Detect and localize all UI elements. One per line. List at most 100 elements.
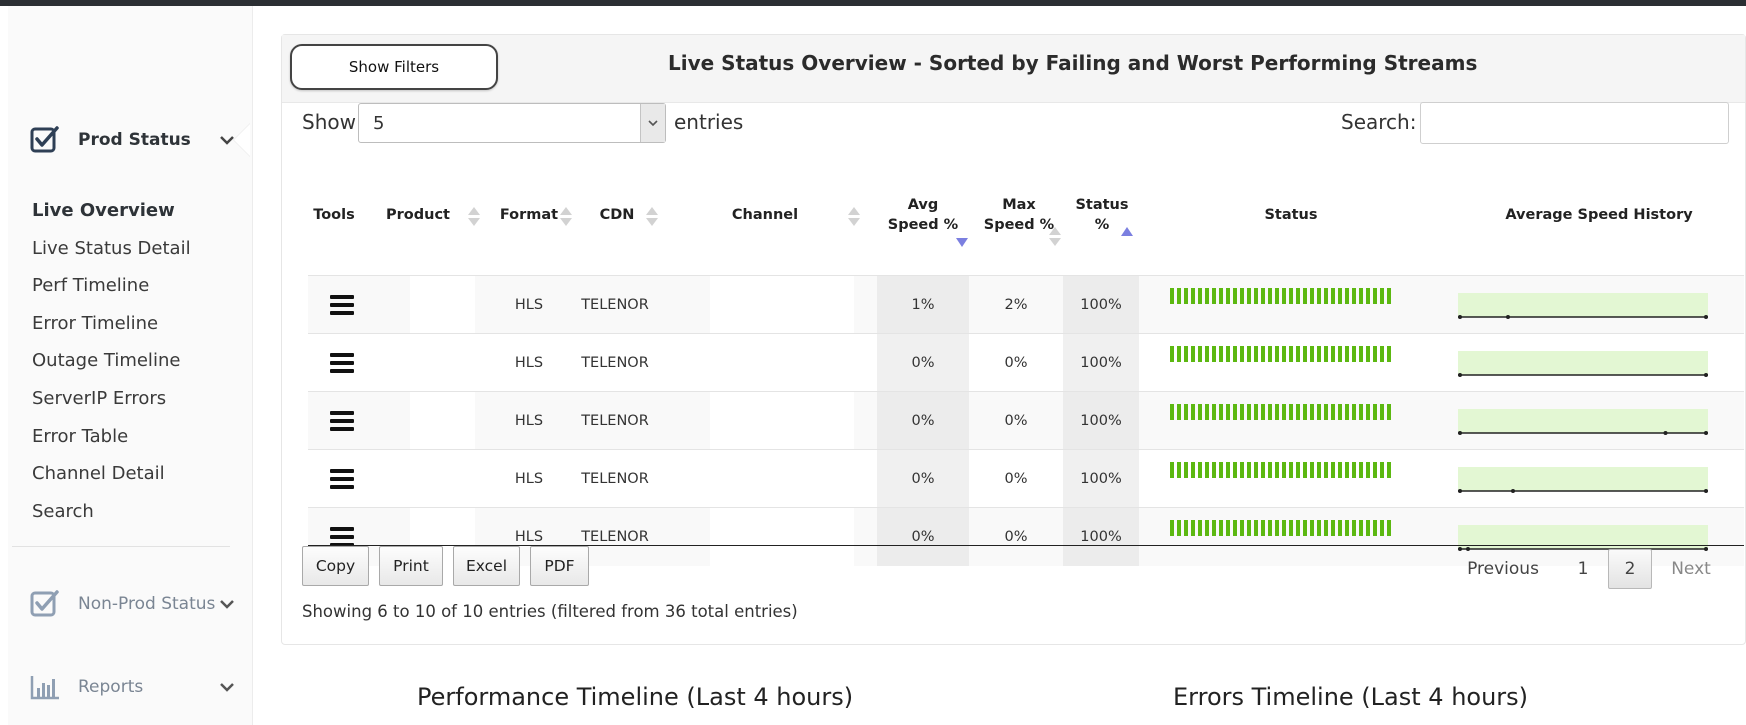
status-segment: [1253, 288, 1259, 304]
sort-icon[interactable]: [1049, 227, 1061, 246]
status-segment: [1239, 404, 1245, 420]
col-cdn-label: CDN: [599, 207, 635, 223]
status-segment: [1344, 288, 1349, 304]
col-product[interactable]: Product: [378, 155, 458, 275]
sidebar-item-live-overview[interactable]: Live Overview: [32, 192, 191, 230]
status-segment: [1170, 520, 1175, 536]
status-segment: [1204, 520, 1210, 536]
col-avg-speed[interactable]: Avg Speed %: [877, 155, 969, 275]
menu-icon[interactable]: [330, 527, 354, 547]
status-segment: [1225, 462, 1231, 478]
search-input[interactable]: [1420, 102, 1729, 144]
excel-button[interactable]: Excel: [453, 546, 520, 586]
status-segment: [1190, 404, 1196, 420]
format-cell: HLS: [514, 297, 544, 313]
status-segment: [1211, 288, 1217, 304]
pagination-previous[interactable]: Previous: [1462, 549, 1544, 589]
status-segment: [1295, 404, 1301, 420]
sidebar-item-perf-timeline[interactable]: Perf Timeline: [32, 267, 191, 305]
pagination-page-1[interactable]: 1: [1572, 549, 1594, 589]
status-segment: [1274, 462, 1280, 478]
prod-status-header[interactable]: Prod Status: [30, 126, 234, 154]
menu-icon[interactable]: [330, 411, 354, 431]
status-segment: [1246, 462, 1252, 478]
status-segment: [1302, 346, 1308, 362]
performance-timeline-title: Performance Timeline (Last 4 hours): [417, 683, 854, 711]
col-max-speed[interactable]: Max Speed %: [973, 155, 1065, 275]
product-cell: [410, 334, 475, 392]
status-segment: [1197, 462, 1203, 478]
non-prod-status-header[interactable]: Non-Prod Status: [30, 590, 234, 618]
pdf-button[interactable]: PDF: [530, 546, 589, 586]
status-segment: [1344, 462, 1349, 478]
pagination-page-2[interactable]: 2: [1608, 549, 1652, 589]
sidebar-item-serverip-errors[interactable]: ServerIP Errors: [32, 380, 191, 418]
status-segment: [1232, 288, 1238, 304]
max-speed-cell: 0%: [1004, 413, 1028, 429]
col-avg-speed-label-1: Avg: [907, 197, 939, 213]
status-segment: [1365, 462, 1370, 478]
sidebar-pointer: [234, 124, 250, 156]
chevron-down-icon[interactable]: [640, 104, 665, 142]
status-segment: [1316, 462, 1322, 478]
sort-icon[interactable]: [560, 207, 572, 226]
col-status-pct[interactable]: Status %: [1065, 155, 1139, 275]
sidebar-item-live-status-detail[interactable]: Live Status Detail: [32, 230, 191, 268]
chevron-down-icon[interactable]: [216, 593, 238, 615]
cdn-cell: TELENOR: [581, 355, 649, 371]
sidebar-item-error-timeline[interactable]: Error Timeline: [32, 305, 191, 343]
status-segment: [1197, 346, 1203, 362]
status-segment: [1232, 404, 1238, 420]
top-bar: [0, 0, 1746, 6]
sidebar-item-channel-detail[interactable]: Channel Detail: [32, 455, 191, 493]
copy-button[interactable]: Copy: [302, 546, 369, 586]
status-segment: [1170, 346, 1175, 362]
chevron-down-icon[interactable]: [216, 676, 238, 698]
status-segment: [1330, 288, 1336, 304]
status-segment: [1211, 520, 1217, 536]
pagination-next[interactable]: Next: [1666, 549, 1716, 589]
status-segment: [1218, 462, 1224, 478]
status-segment: [1190, 346, 1196, 362]
status-segment: [1232, 346, 1238, 362]
sidebar-item-search[interactable]: Search: [32, 493, 191, 531]
sort-icon[interactable]: [848, 207, 860, 226]
status-pct-cell: 100%: [1063, 392, 1139, 450]
format-cell: HLS: [514, 471, 544, 487]
status-segment: [1274, 288, 1280, 304]
sort-asc-icon[interactable]: [1121, 227, 1133, 236]
col-status-pct-label-2: %: [1094, 217, 1110, 233]
sidebar-item-error-table[interactable]: Error Table: [32, 418, 191, 456]
status-segment: [1274, 404, 1280, 420]
menu-icon[interactable]: [330, 469, 354, 489]
col-cdn[interactable]: CDN: [586, 155, 648, 275]
col-channel[interactable]: Channel: [690, 155, 840, 275]
cdn-cell: TELENOR: [581, 297, 649, 313]
non-prod-status-label: Non-Prod Status: [78, 594, 216, 614]
status-segment: [1183, 462, 1189, 478]
sort-desc-icon[interactable]: [956, 238, 968, 247]
entries-per-page-select[interactable]: 5: [358, 103, 666, 143]
reports-header[interactable]: Reports: [30, 673, 234, 701]
max-speed-cell: 0%: [1004, 471, 1028, 487]
max-speed-cell: 0%: [1004, 355, 1028, 371]
status-bar-cell: [1158, 276, 1424, 334]
sidebar-item-outage-timeline[interactable]: Outage Timeline: [32, 342, 191, 380]
menu-icon[interactable]: [330, 353, 354, 373]
status-segment: [1288, 462, 1294, 478]
sort-icon[interactable]: [646, 207, 658, 226]
status-segment: [1170, 462, 1175, 478]
col-format[interactable]: Format: [494, 155, 564, 275]
sort-icon[interactable]: [468, 207, 480, 226]
status-segment: [1176, 404, 1182, 420]
print-button[interactable]: Print: [379, 546, 443, 586]
status-segment: [1351, 462, 1356, 478]
status-segment: [1316, 404, 1322, 420]
status-segment: [1183, 288, 1189, 304]
status-segment: [1323, 462, 1329, 478]
col-format-label: Format: [499, 207, 559, 223]
status-segment: [1190, 462, 1196, 478]
show-filters-button[interactable]: Show Filters: [290, 44, 498, 90]
status-segment: [1365, 404, 1370, 420]
menu-icon[interactable]: [330, 295, 354, 315]
